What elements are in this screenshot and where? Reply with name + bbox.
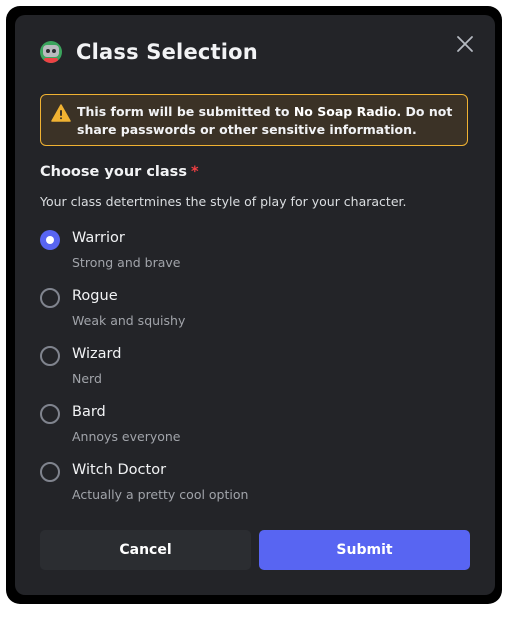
required-marker: * [190, 164, 199, 180]
option-description: Actually a pretty cool option [72, 487, 249, 502]
modal-title: Class Selection [76, 40, 258, 64]
option-label: Rogue [72, 288, 118, 304]
warning-icon [51, 104, 71, 126]
radio-option-warrior[interactable]: Warrior Strong and brave [40, 227, 470, 277]
class-selection-modal: Class Selection This form will be submit… [15, 15, 495, 595]
radio-option-witch-doctor[interactable]: Witch Doctor Actually a pretty cool opti… [40, 459, 470, 509]
warning-text-prefix: This form will be submitted to [77, 104, 294, 119]
option-description: Nerd [72, 371, 102, 386]
field-description: Your class detertmines the style of play… [40, 194, 407, 209]
radio-button[interactable] [40, 288, 60, 308]
robot-avatar-icon [40, 41, 62, 63]
modal-header: Class Selection [40, 40, 258, 64]
cancel-button[interactable]: Cancel [40, 530, 251, 570]
radio-button[interactable] [40, 230, 60, 250]
warning-banner: This form will be submitted to No Soap R… [40, 94, 468, 146]
radio-option-bard[interactable]: Bard Annoys everyone [40, 401, 470, 451]
option-description: Weak and squishy [72, 313, 186, 328]
field-label-text: Choose your class [40, 164, 187, 180]
field-label: Choose your class * [40, 164, 199, 180]
option-label: Wizard [72, 346, 122, 362]
radio-option-wizard[interactable]: Wizard Nerd [40, 343, 470, 393]
option-label: Warrior [72, 230, 125, 246]
option-label: Bard [72, 404, 106, 420]
close-icon[interactable] [456, 35, 474, 53]
warning-text: This form will be submitted to No Soap R… [77, 103, 462, 138]
option-description: Annoys everyone [72, 429, 181, 444]
option-description: Strong and brave [72, 255, 181, 270]
warning-app-name: No Soap Radio [293, 104, 397, 119]
submit-button[interactable]: Submit [259, 530, 470, 570]
radio-button[interactable] [40, 462, 60, 482]
option-label: Witch Doctor [72, 462, 167, 478]
radio-button[interactable] [40, 346, 60, 366]
radio-option-rogue[interactable]: Rogue Weak and squishy [40, 285, 470, 335]
radio-button[interactable] [40, 404, 60, 424]
